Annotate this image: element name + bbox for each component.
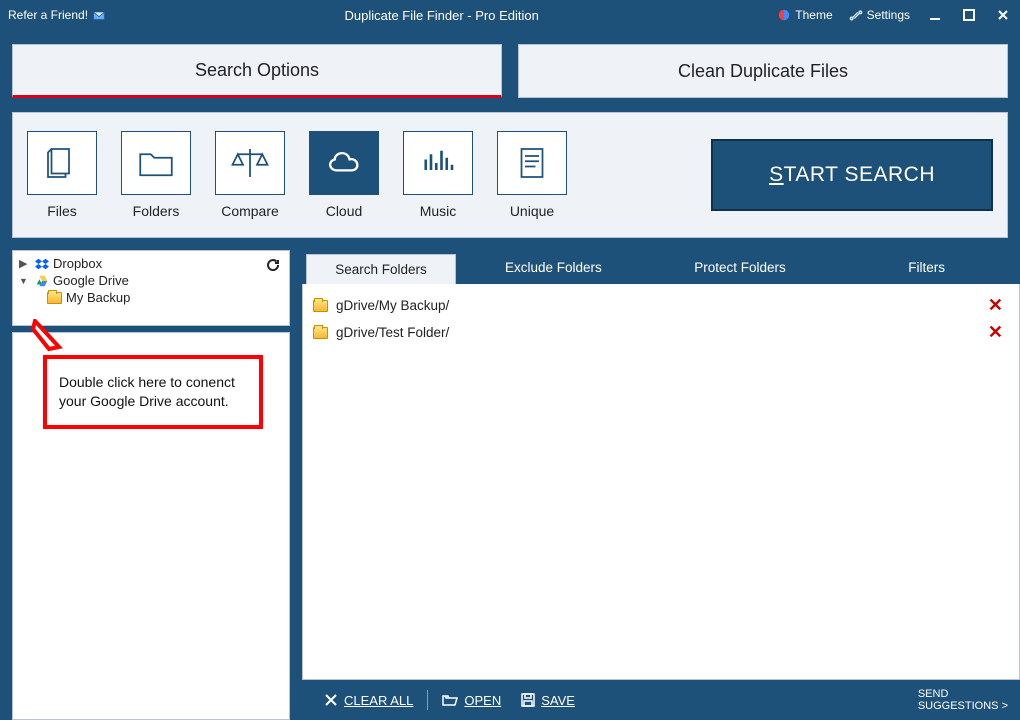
subtab-search-label: Search Folders [335,262,427,277]
tree-item-mybackup[interactable]: My Backup [13,289,289,306]
open-button[interactable]: OPEN [432,693,511,708]
music-icon [417,142,459,184]
refer-friend-link[interactable]: Refer a Friend! [0,8,114,22]
refresh-button[interactable] [265,257,281,273]
send-line1: SEND [918,688,1008,700]
mode-compare-label: Compare [221,203,279,219]
list-item[interactable]: gDrive/My Backup/ ✕ [311,292,1011,319]
primary-tabs: Search Options Clean Duplicate Files [0,30,1020,98]
footer-bar: CLEAR ALL OPEN SAVE SEND SUGGESTIONS > [302,680,1020,720]
chevron-down-icon: ▼ [19,276,31,286]
tree-gdrive[interactable]: ▼ Google Drive [13,272,289,289]
mode-cloud-label: Cloud [326,203,363,219]
window-title: Duplicate File Finder - Pro Edition [114,8,769,23]
folder-list: gDrive/My Backup/ ✕ gDrive/Test Folder/ … [302,284,1020,680]
list-item[interactable]: gDrive/Test Folder/ ✕ [311,319,1011,346]
compare-icon [229,142,271,184]
mode-toolbar: Files Folders Compare Cloud Music Unique… [12,112,1008,238]
mode-music[interactable]: Music [403,131,473,219]
maximize-icon [963,9,975,21]
callout-pointer-icon [29,319,69,359]
tree-dropbox-label: Dropbox [53,256,102,271]
refresh-icon [265,257,281,273]
start-rest: TART SEARCH [784,163,935,186]
hint-callout: Double click here to conenct your Google… [43,355,263,429]
folder-icon [313,327,328,339]
subtab-exclude-label: Exclude Folders [505,260,602,275]
settings-icon [849,8,863,22]
titlebar: Refer a Friend! Duplicate File Finder - … [0,0,1020,30]
theme-icon [777,8,791,22]
minimize-icon [929,9,941,21]
hint-text: Double click here to conenct your Google… [59,374,235,409]
subtab-protect-folders[interactable]: Protect Folders [647,250,834,284]
send-suggestions-link[interactable]: SEND SUGGESTIONS > [918,688,1008,712]
subtab-protect-label: Protect Folders [694,260,786,275]
unique-icon [511,142,553,184]
refer-label: Refer a Friend! [8,8,88,22]
save-icon [521,693,535,707]
maximize-button[interactable] [952,0,986,30]
start-u: S [769,163,784,186]
dropbox-icon [35,257,49,271]
folder-icon [313,300,328,312]
tree-gdrive-label: Google Drive [53,273,129,288]
start-search-button[interactable]: START SEARCH [711,139,993,211]
mode-files[interactable]: Files [27,131,97,219]
theme-label: Theme [795,8,832,22]
minimize-button[interactable] [918,0,952,30]
remove-button[interactable]: ✕ [982,295,1009,316]
mode-unique[interactable]: Unique [497,131,567,219]
open-icon [442,693,458,707]
settings-label: Settings [867,8,910,22]
sidebar-blank: Double click here to conenct your Google… [12,332,290,720]
gdrive-icon [35,274,49,288]
files-icon [41,142,83,184]
save-button[interactable]: SAVE [511,693,585,708]
tree-dropbox[interactable]: ▶ Dropbox [13,255,289,272]
settings-button[interactable]: Settings [841,0,918,30]
cloud-icon [322,141,366,185]
subtab-filters[interactable]: Filters [833,250,1020,284]
folder-subtabs: Search Folders Exclude Folders Protect F… [302,250,1020,284]
folder-icon [47,292,62,304]
mode-cloud[interactable]: Cloud [309,131,379,219]
sidebar: ▶ Dropbox ▼ Google Drive My Backup Doubl [0,250,290,720]
tab-clean-duplicates-label: Clean Duplicate Files [678,61,848,82]
main-panel: Search Folders Exclude Folders Protect F… [302,250,1020,720]
subtab-search-folders[interactable]: Search Folders [306,254,456,284]
mode-music-label: Music [420,203,457,219]
mode-folders[interactable]: Folders [121,131,191,219]
theme-button[interactable]: Theme [769,0,840,30]
list-item-path: gDrive/Test Folder/ [336,325,449,340]
clear-all-button[interactable]: CLEAR ALL [314,693,423,708]
folders-icon [135,142,177,184]
chevron-right-icon: ▶ [19,257,31,270]
subtab-exclude-folders[interactable]: Exclude Folders [460,250,647,284]
tree-item-label: My Backup [66,290,130,305]
tab-search-options[interactable]: Search Options [12,44,502,98]
subtab-filters-label: Filters [908,260,945,275]
clear-label: CLEAR ALL [344,693,413,708]
cloud-tree: ▶ Dropbox ▼ Google Drive My Backup [12,250,290,326]
clear-icon [324,693,338,707]
save-label: SAVE [541,693,575,708]
list-item-path: gDrive/My Backup/ [336,298,449,313]
close-icon [997,9,1009,21]
refer-icon [92,8,106,22]
mode-files-label: Files [47,203,77,219]
tab-clean-duplicates[interactable]: Clean Duplicate Files [518,44,1008,98]
mode-unique-label: Unique [510,203,554,219]
mode-folders-label: Folders [133,203,180,219]
tab-search-options-label: Search Options [195,60,319,81]
close-button[interactable] [986,0,1020,30]
open-label: OPEN [464,693,501,708]
remove-button[interactable]: ✕ [982,322,1009,343]
send-line2: SUGGESTIONS > [918,700,1008,712]
divider [427,690,428,710]
mode-compare[interactable]: Compare [215,131,285,219]
